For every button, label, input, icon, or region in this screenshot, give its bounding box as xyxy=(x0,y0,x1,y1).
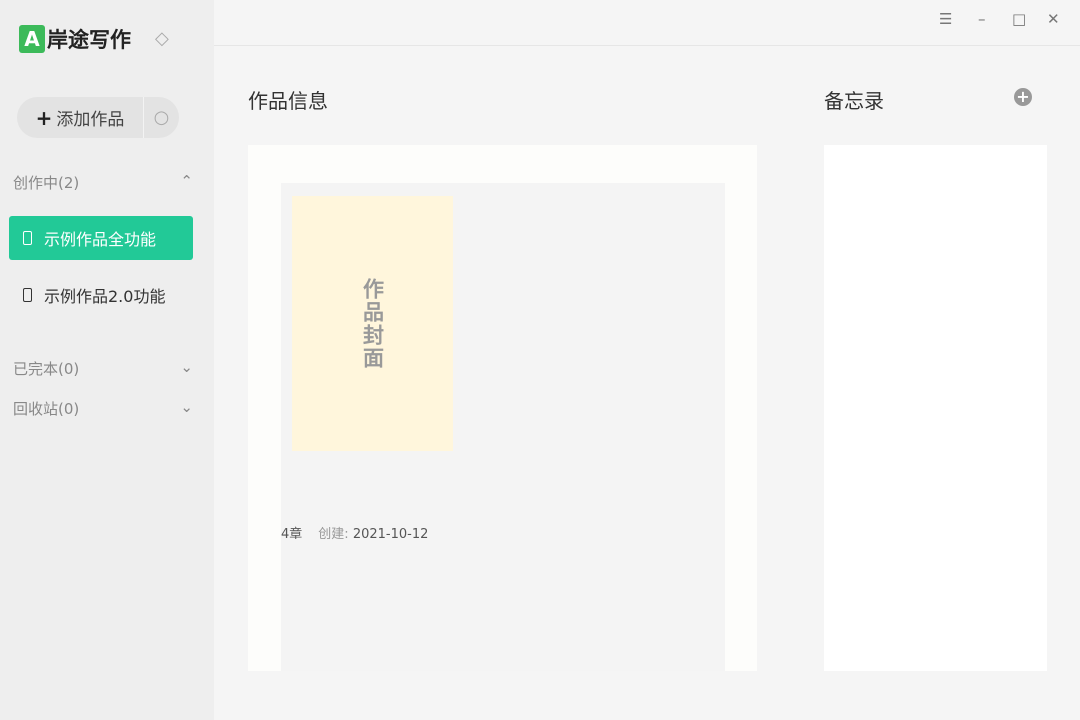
chevron-down-icon: ⌄ xyxy=(180,358,193,376)
sidebar: A 岸途写作 ◇ + 添加作品 ○ 创作中(2) ⌃ 示例作品全功能 示例作品2.0… xyxy=(0,0,214,720)
section-label: 已完本(0) xyxy=(13,360,80,378)
chevron-down-icon: ⌄ xyxy=(180,398,193,416)
add-work-label: 添加作品 xyxy=(56,110,125,130)
menu-icon[interactable]: ☰ xyxy=(939,10,952,28)
page-title: 作品信息 xyxy=(248,89,328,113)
book-icon xyxy=(23,288,32,302)
item-label: 示例作品全功能 xyxy=(44,230,157,249)
memo-title: 备忘录 xyxy=(824,89,884,113)
section-label: 创作中(2) xyxy=(13,174,80,192)
plus-icon: + xyxy=(35,105,53,130)
chapter-count: 4章 xyxy=(281,527,303,542)
work-cover[interactable]: 作品封面 xyxy=(292,196,453,451)
logo-icon: A xyxy=(19,25,45,53)
add-memo-icon[interactable]: + xyxy=(1014,88,1032,106)
section-label: 回收站(0) xyxy=(13,400,80,418)
section-completed[interactable]: 已完本(0) ⌄ xyxy=(13,358,193,379)
work-info-card: 作品封面 4章 创建: 2021-10-12 xyxy=(248,145,757,671)
sidebar-item-work-2[interactable]: 示例作品2.0功能 xyxy=(9,273,193,317)
work-card[interactable]: 作品封面 4章 创建: 2021-10-12 xyxy=(281,183,725,671)
close-icon[interactable]: ✕ xyxy=(1047,10,1060,28)
divider xyxy=(214,45,1080,46)
diamond-icon[interactable]: ◇ xyxy=(155,28,169,49)
memo-panel[interactable] xyxy=(824,145,1047,671)
created-date: 2021-10-12 xyxy=(352,527,429,542)
refresh-icon[interactable]: ○ xyxy=(144,97,179,138)
section-in-progress[interactable]: 创作中(2) ⌃ xyxy=(13,172,193,193)
maximize-icon[interactable]: □ xyxy=(1012,10,1026,28)
add-work-button[interactable]: + 添加作品 xyxy=(17,97,144,138)
add-work-group: + 添加作品 ○ xyxy=(17,97,179,138)
cover-text: 作品封面 xyxy=(360,277,385,370)
book-icon xyxy=(23,231,32,245)
sidebar-item-work-1[interactable]: 示例作品全功能 xyxy=(9,216,193,260)
work-meta: 4章 创建: 2021-10-12 xyxy=(281,523,428,542)
item-label: 示例作品2.0功能 xyxy=(44,287,166,306)
section-trash[interactable]: 回收站(0) ⌄ xyxy=(13,398,193,419)
app-name: 岸途写作 xyxy=(47,28,131,52)
minimize-icon[interactable]: – xyxy=(978,10,986,28)
created-label: 创建: xyxy=(318,527,349,542)
chevron-up-icon: ⌃ xyxy=(180,172,193,190)
app-logo: A 岸途写作 xyxy=(19,24,131,54)
